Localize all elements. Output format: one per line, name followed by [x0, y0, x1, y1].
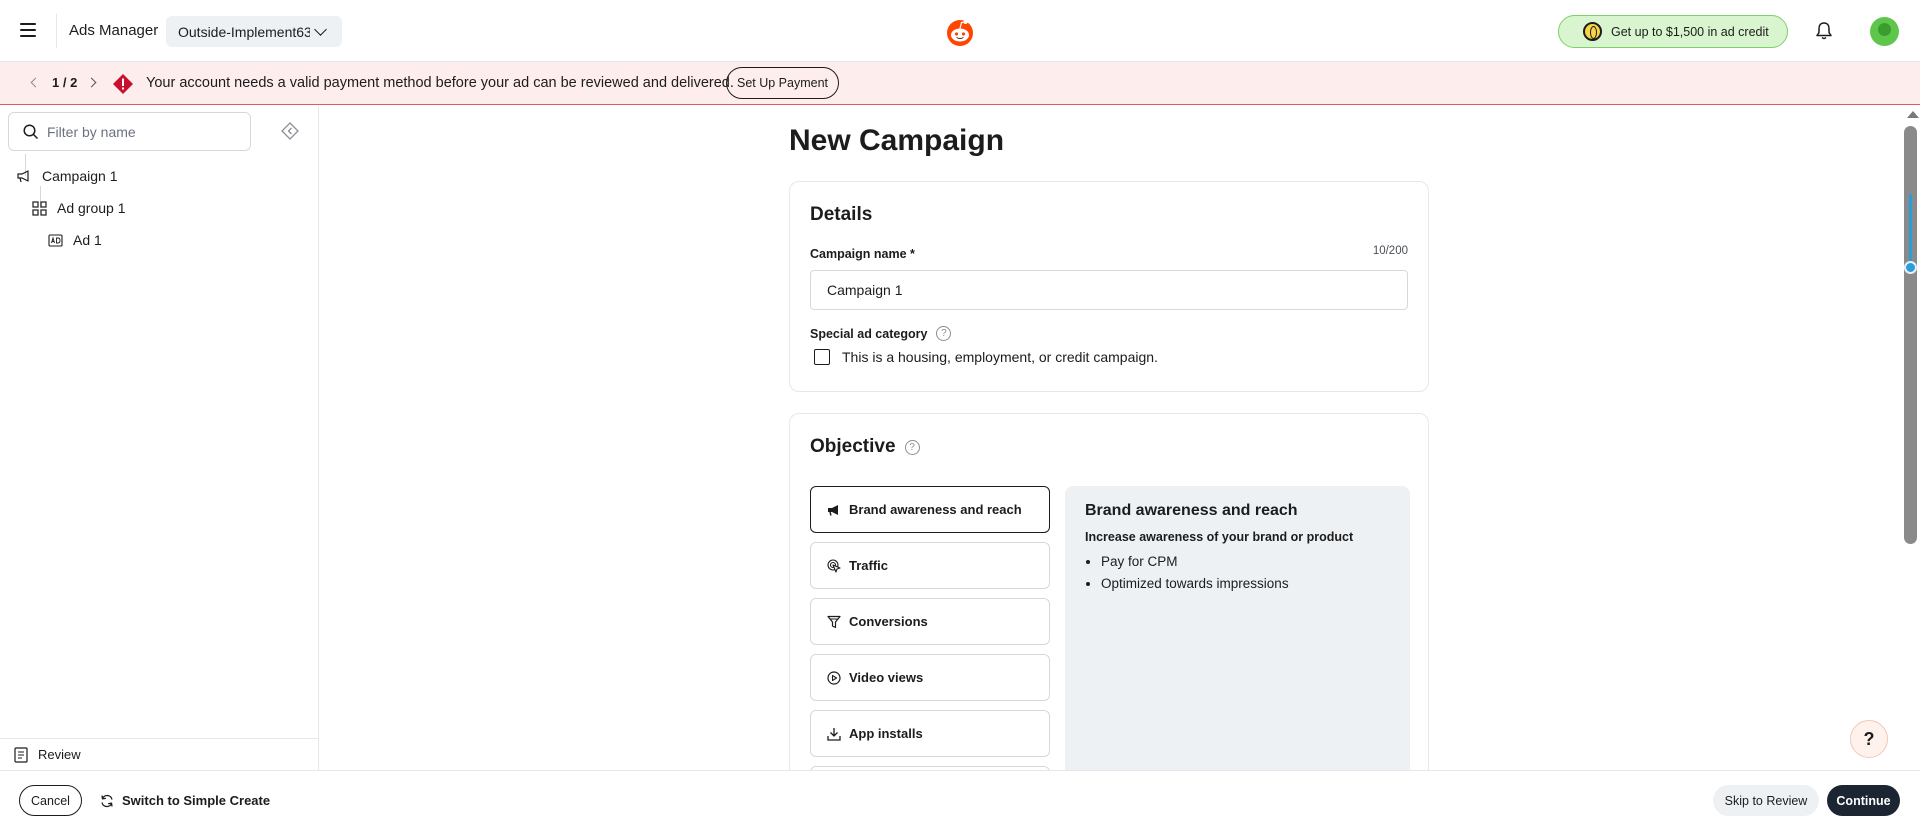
help-icon[interactable]: ? [936, 326, 952, 341]
alert-pager: 1 / 2 [52, 75, 78, 90]
tree-item-ad[interactable]: Ad 1 [48, 232, 102, 248]
campaign-tree-sidebar: Campaign 1 Ad group 1 Ad 1 Review [0, 106, 319, 770]
tree-item-label: Ad group 1 [57, 200, 126, 216]
objective-description-panel: Brand awareness and reach Increase aware… [1065, 486, 1410, 794]
special-ad-category-text: Special ad category [810, 326, 928, 341]
details-card: Details Campaign name * 10/200 Special a… [789, 181, 1429, 392]
account-name: Outside-Implement63 [178, 23, 310, 40]
app-title: Ads Manager [69, 22, 159, 39]
details-title: Details [810, 204, 872, 226]
chevron-left-icon[interactable] [30, 77, 41, 88]
special-ad-category-label: Special ad category ? [810, 326, 952, 341]
objective-label: Traffic [849, 558, 889, 573]
search-icon [23, 123, 39, 139]
top-header: Ads Manager Outside-Implement63 Get up t… [0, 0, 1920, 62]
objective-panel-bullet: Optimized towards impressions [1101, 576, 1390, 591]
tree-item-campaign[interactable]: Campaign 1 [16, 168, 118, 184]
main-scrollbar[interactable] [1902, 106, 1920, 770]
scroll-progress-knob[interactable] [1904, 261, 1917, 274]
scroll-progress-marker [1909, 194, 1912, 266]
objective-brand-awareness[interactable]: Brand awareness and reach [810, 486, 1050, 533]
footer-action-bar: Cancel Switch to Simple Create Skip to R… [0, 770, 1920, 828]
objective-panel-subtitle: Increase awareness of your brand or prod… [1085, 530, 1354, 544]
review-label: Review [38, 747, 81, 762]
cancel-button[interactable]: Cancel [19, 785, 82, 816]
help-icon[interactable]: ? [904, 439, 920, 455]
objective-panel-bullet: Pay for CPM [1101, 554, 1390, 569]
objective-card: Objective ? Brand awareness and reach Tr… [789, 413, 1429, 794]
ad-credit-offer[interactable]: Get up to $1,500 in ad credit [1558, 15, 1788, 48]
objective-title: Objective ? [810, 436, 920, 458]
campaign-name-counter: 10/200 [1372, 245, 1408, 257]
objective-title-text: Objective [810, 436, 896, 457]
objective-panel-title: Brand awareness and reach [1085, 502, 1298, 519]
megaphone-icon [828, 504, 838, 516]
payment-alert-banner: 1 / 2 Your account needs a valid payment… [0, 62, 1920, 105]
objective-label: Video views [849, 670, 924, 685]
alert-message: Your account needs a valid payment metho… [146, 75, 734, 91]
campaign-name-label: Campaign name * [810, 247, 915, 261]
cursor-click-icon [827, 558, 841, 573]
megaphone-icon [17, 170, 29, 183]
set-up-payment-button[interactable]: Set Up Payment [726, 67, 839, 99]
ad-credit-text: Get up to $1,500 in ad credit [1611, 24, 1769, 39]
review-link[interactable]: Review [0, 738, 319, 770]
tree-item-ad-group[interactable]: Ad group 1 [32, 200, 126, 216]
ad-icon [48, 233, 63, 247]
objective-conversions[interactable]: Conversions [810, 598, 1050, 645]
header-divider [56, 14, 57, 48]
objective-label: Conversions [849, 614, 928, 629]
collapse-sidebar-icon[interactable] [281, 122, 299, 140]
special-category-checkbox-label: This is a housing, employment, or credit… [842, 349, 1158, 365]
campaign-name-input[interactable] [810, 270, 1408, 310]
menu-icon[interactable] [18, 20, 38, 40]
special-category-checkbox-row[interactable]: This is a housing, employment, or credit… [814, 349, 1158, 365]
tree-item-label: Ad 1 [73, 232, 102, 248]
objective-panel-bullets: Pay for CPM Optimized towards impression… [1085, 554, 1390, 591]
objective-video-views[interactable]: Video views [810, 654, 1050, 701]
objective-label: Brand awareness and reach [849, 502, 1022, 517]
account-selector[interactable]: Outside-Implement63 [166, 16, 342, 47]
coin-icon [1583, 22, 1602, 41]
grid-icon [32, 200, 47, 216]
chevron-right-icon[interactable] [86, 77, 97, 88]
alert-icon [113, 74, 133, 94]
skip-to-review-button[interactable]: Skip to Review [1713, 785, 1819, 816]
objective-label: App installs [849, 726, 923, 741]
funnel-icon [827, 615, 841, 628]
reddit-logo[interactable] [944, 16, 976, 48]
special-category-checkbox[interactable] [814, 349, 830, 365]
switch-label: Switch to Simple Create [122, 793, 271, 808]
filter-input[interactable] [47, 123, 247, 140]
scroll-up-arrow-icon[interactable] [1907, 111, 1919, 118]
chevron-down-icon [314, 22, 327, 36]
switch-to-simple-create-button[interactable]: Switch to Simple Create [100, 785, 270, 816]
filter-box[interactable] [8, 112, 251, 151]
objective-traffic[interactable]: Traffic [810, 542, 1050, 589]
document-icon [14, 746, 28, 763]
continue-button[interactable]: Continue [1827, 785, 1900, 816]
refresh-icon [101, 794, 113, 807]
avatar[interactable] [1870, 17, 1899, 46]
scrollbar-thumb[interactable] [1904, 126, 1917, 544]
tree-item-label: Campaign 1 [42, 168, 118, 184]
page-title: New Campaign [789, 124, 1005, 157]
play-circle-icon [827, 670, 841, 685]
help-button[interactable]: ? [1850, 720, 1888, 758]
details-title-text: Details [810, 204, 873, 225]
bell-icon[interactable] [1813, 20, 1835, 42]
download-icon [827, 727, 841, 741]
objective-app-installs[interactable]: App installs [810, 710, 1050, 757]
